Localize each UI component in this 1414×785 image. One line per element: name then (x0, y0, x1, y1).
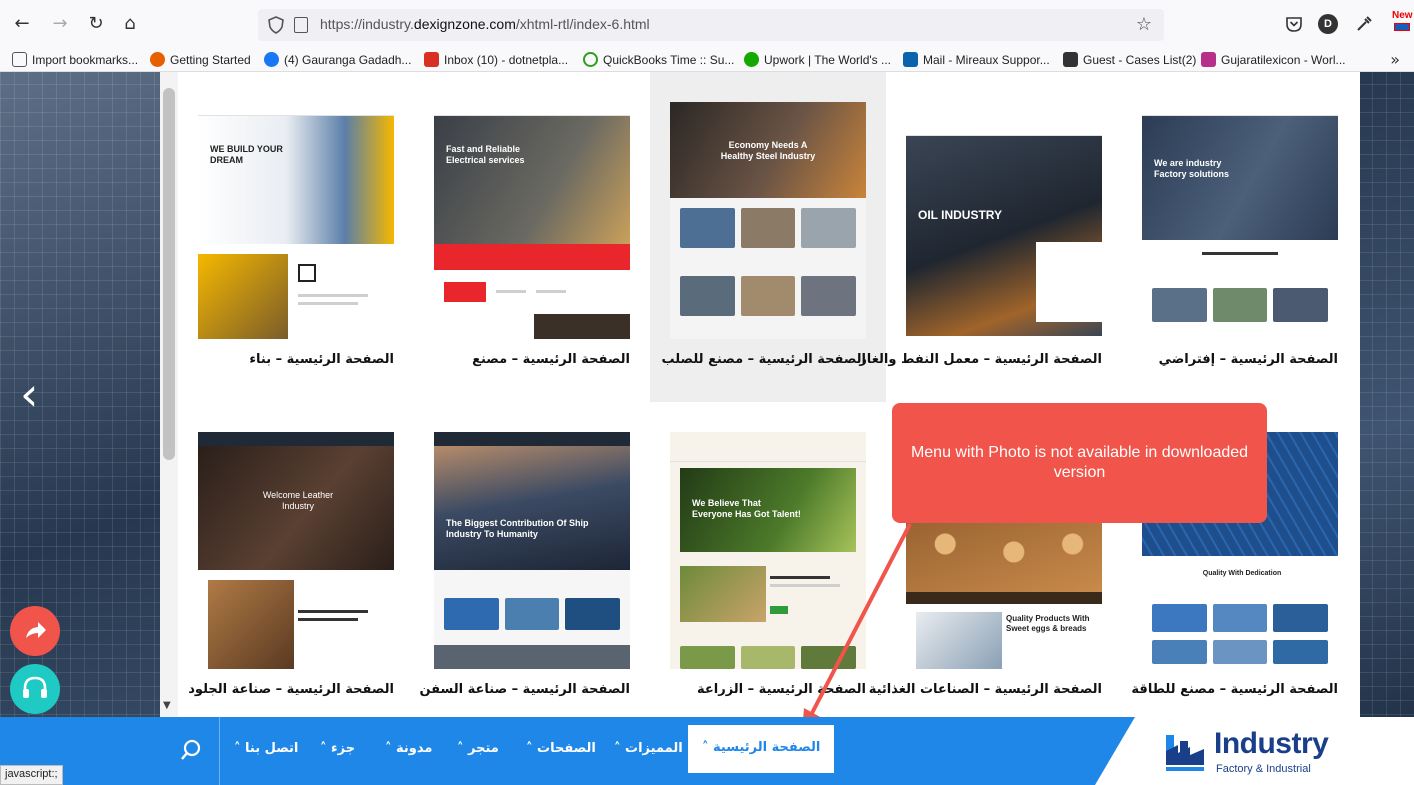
menu-shop[interactable]: متجر ˄ (457, 741, 499, 756)
demo-thumbnail[interactable]: We Believe That Everyone Has Got Talent! (670, 432, 866, 669)
bookmark-gmail[interactable]: Inbox (10) - dotnetpla... (424, 52, 568, 67)
logo-subtitle: Factory & Industrial (1216, 763, 1311, 775)
panel-scrollbar-thumb[interactable] (163, 88, 175, 460)
gmail-icon (424, 52, 439, 67)
tracking-shield-icon[interactable] (268, 16, 284, 34)
demo-card-construction[interactable]: WE BUILD YOUR DREAM الصفحة الرئيسية – بن… (178, 72, 414, 402)
demo-card-caption[interactable]: الصفحة الرئيسية – مصنع للصلب (661, 352, 866, 367)
demo-card-caption[interactable]: الصفحة الرئيسية – إفتراضي (1159, 352, 1338, 367)
new-notification-badge[interactable]: New (1392, 10, 1414, 32)
quickbooks-icon (583, 52, 598, 67)
demo-card-caption[interactable]: الصفحة الرئيسية – معمل النفط والغاز (859, 352, 1102, 367)
bookmark-import[interactable]: Import bookmarks... (12, 52, 138, 67)
logo-title: Industry (1214, 727, 1329, 760)
import-icon (12, 52, 27, 67)
factory-logo-icon (1166, 735, 1204, 771)
demo-card-caption[interactable]: الصفحة الرئيسية – مصنع (472, 352, 630, 367)
gujarati-icon (1201, 52, 1216, 67)
bookmark-facebook[interactable]: (4) Gauranga Gadadh... (264, 52, 411, 67)
facebook-icon (264, 52, 279, 67)
headset-icon (23, 676, 47, 698)
bookmark-gujaratilexicon[interactable]: Gujaratilexicon - Worl... (1201, 52, 1345, 67)
bookmarks-overflow-icon[interactable]: » (1390, 50, 1400, 69)
extension-icon[interactable] (1354, 14, 1374, 34)
demo-card-default[interactable]: We are industry Factory solutions الصفحة… (1122, 72, 1358, 402)
outlook-icon (903, 52, 918, 67)
url-text[interactable]: https://industry.dexignzone.com/xhtml-rt… (320, 16, 650, 32)
demo-card-shipbuilding[interactable]: The Biggest Contribution Of Ship Industr… (414, 402, 650, 732)
demo-card-caption[interactable]: الصفحة الرئيسية – صناعة السفن (419, 682, 630, 697)
search-icon[interactable] (180, 739, 202, 761)
demo-thumbnail[interactable]: OIL INDUSTRY (906, 102, 1102, 339)
share-button[interactable] (10, 606, 60, 656)
annotation-text: Menu with Photo is not available in down… (910, 444, 1249, 481)
demo-thumbnail[interactable]: The Biggest Contribution Of Ship Industr… (434, 432, 630, 669)
demo-card-steel[interactable]: Economy Needs A Healthy Steel Industry ا… (650, 72, 886, 402)
menu-home[interactable]: الصفحة الرئيسية ˄ (688, 725, 835, 773)
profile-avatar[interactable]: D (1318, 14, 1338, 34)
upwork-icon (744, 52, 759, 67)
bookmark-upwork[interactable]: Upwork | The World's ... (744, 52, 891, 67)
menu-contact[interactable]: اتصل بنا ˄ (234, 741, 298, 756)
menu-features[interactable]: المميزات ˄ (614, 741, 683, 756)
demo-thumbnail[interactable]: WE BUILD YOUR DREAM (198, 102, 394, 339)
m-icon (1063, 52, 1078, 67)
browser-toolbar: ← → ↻ ⌂ https://industry.dexignzone.com/… (0, 0, 1414, 48)
demo-thumbnail[interactable]: We are industry Factory solutions (1142, 102, 1338, 339)
annotation-callout: Menu with Photo is not available in down… (892, 403, 1267, 523)
reload-icon[interactable]: ↻ (84, 12, 108, 36)
bookmarks-bar: Import bookmarks... Getting Started (4) … (0, 48, 1414, 72)
web-page: ‹ ▼ WE BUILD YOUR DREAM الصفحة الرئيسية … (0, 72, 1414, 785)
demo-card-caption[interactable]: الصفحة الرئيسية – مصنع للطاقة (1131, 682, 1338, 697)
forward-arrow-icon[interactable]: → (48, 12, 72, 36)
menu-divider (219, 717, 220, 785)
demo-thumbnail[interactable]: Welcome Leather Industry (198, 432, 394, 669)
demo-card-caption[interactable]: الصفحة الرئيسية – الزراعة (697, 682, 866, 697)
demo-card-leather[interactable]: Welcome Leather Industry الصفحة الرئيسية… (178, 402, 414, 732)
support-button[interactable] (10, 664, 60, 714)
firefox-icon (150, 52, 165, 67)
demo-thumbnail[interactable]: Fast and Reliable Electrical services (434, 102, 630, 339)
demo-card-caption[interactable]: الصفحة الرئيسية – بناء (249, 352, 394, 367)
address-bar[interactable]: https://industry.dexignzone.com/xhtml-rt… (258, 9, 1164, 41)
bookmark-outlook[interactable]: Mail - Mireaux Suppor... (903, 52, 1050, 67)
menu-pages[interactable]: الصفحات ˄ (526, 741, 596, 756)
home-icon[interactable]: ⌂ (118, 12, 142, 36)
industry-logo[interactable]: Industry Factory & Industrial (1164, 725, 1354, 777)
main-menu-bar: Industry Factory & Industrial الصفحة الر… (0, 717, 1414, 785)
demo-card-agriculture[interactable]: We Believe That Everyone Has Got Talent!… (650, 402, 886, 732)
demo-card-oil-gas[interactable]: OIL INDUSTRY الصفحة الرئيسية – معمل النف… (859, 72, 1122, 402)
back-arrow-icon[interactable]: ← (10, 12, 34, 36)
demo-card-caption[interactable]: الصفحة الرئيسية – الصناعات الغذائية (869, 682, 1102, 697)
slider-prev-chevron-icon[interactable]: ‹ (20, 370, 50, 418)
demo-thumbnail[interactable]: Economy Needs A Healthy Steel Industry (670, 102, 866, 339)
menu-section[interactable]: جزء ˄ (320, 741, 355, 756)
bookmark-star-icon[interactable]: ☆ (1136, 14, 1152, 35)
bookmark-getting-started[interactable]: Getting Started (150, 52, 251, 67)
page-info-icon[interactable] (294, 17, 308, 33)
demo-card-caption[interactable]: الصفحة الرئيسية – صناعة الجلود (188, 682, 394, 697)
browser-status-bar: javascript:; (0, 765, 63, 785)
scroll-down-chevron-icon[interactable]: ▼ (163, 700, 171, 711)
bookmark-cases[interactable]: Guest - Cases List(2) (1063, 52, 1196, 67)
bookmark-quickbooks[interactable]: QuickBooks Time :: Su... (583, 52, 734, 67)
menu-blog[interactable]: مدونة ˄ (385, 741, 432, 756)
share-arrow-icon (26, 622, 46, 638)
demo-card-factory[interactable]: Fast and Reliable Electrical services ال… (414, 72, 650, 402)
pocket-icon[interactable] (1284, 14, 1304, 34)
